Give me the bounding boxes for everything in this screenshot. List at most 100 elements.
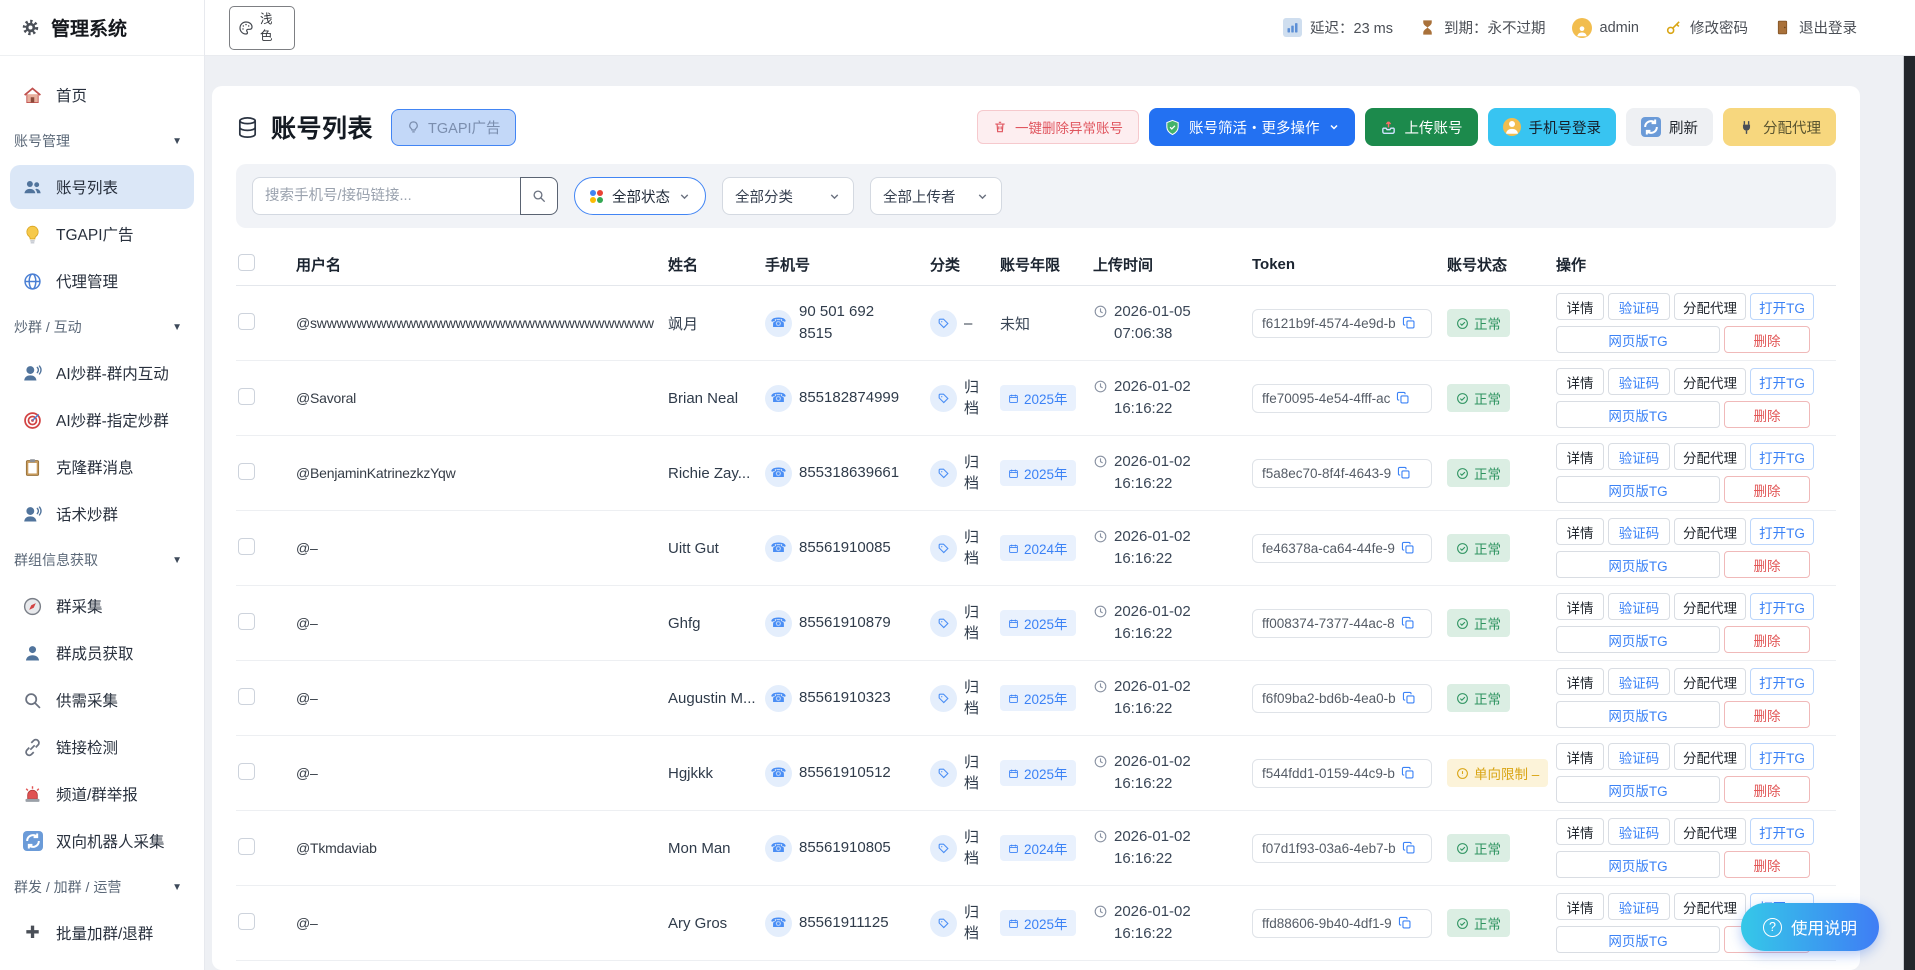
sidebar-item[interactable]: 链接检测: [10, 725, 194, 769]
verification-code-button[interactable]: 验证码: [1608, 293, 1670, 320]
open-tg-button[interactable]: 打开TG: [1750, 368, 1814, 395]
verification-code-button[interactable]: 验证码: [1608, 593, 1670, 620]
open-tg-button[interactable]: 打开TG: [1750, 668, 1814, 695]
token-field[interactable]: ff008374-7377-44ac-8: [1252, 609, 1432, 638]
row-checkbox[interactable]: [238, 688, 255, 705]
verification-code-button[interactable]: 验证码: [1608, 893, 1670, 920]
refresh-button[interactable]: 刷新: [1626, 108, 1713, 146]
verification-code-button[interactable]: 验证码: [1608, 443, 1670, 470]
delete-abnormal-button[interactable]: 一键删除异常账号: [977, 110, 1139, 144]
usage-help-button[interactable]: ? 使用说明: [1741, 903, 1879, 951]
web-tg-button[interactable]: 网页版TG: [1556, 626, 1720, 653]
uploader-filter[interactable]: 全部上传者: [870, 177, 1002, 215]
verification-code-button[interactable]: 验证码: [1608, 818, 1670, 845]
row-checkbox[interactable]: [238, 913, 255, 930]
upload-accounts-button[interactable]: 上传账号: [1365, 108, 1478, 146]
open-tg-button[interactable]: 打开TG: [1750, 443, 1814, 470]
status-filter[interactable]: 全部状态: [574, 177, 706, 215]
assign-proxy-button[interactable]: 分配代理: [1674, 818, 1746, 845]
open-tg-button[interactable]: 打开TG: [1750, 593, 1814, 620]
delete-button[interactable]: 删除: [1724, 401, 1810, 428]
detail-button[interactable]: 详情: [1556, 893, 1604, 920]
web-tg-button[interactable]: 网页版TG: [1556, 776, 1720, 803]
row-checkbox[interactable]: [238, 388, 255, 405]
web-tg-button[interactable]: 网页版TG: [1556, 551, 1720, 578]
assign-proxy-toolbar-button[interactable]: 分配代理: [1723, 108, 1836, 146]
sidebar-item[interactable]: 群采集: [10, 584, 194, 628]
copy-icon[interactable]: [1402, 841, 1416, 855]
detail-button[interactable]: 详情: [1556, 743, 1604, 770]
web-tg-button[interactable]: 网页版TG: [1556, 701, 1720, 728]
sidebar-item[interactable]: 代理管理: [10, 259, 194, 303]
search-button[interactable]: [520, 177, 558, 215]
filter-more-button[interactable]: 账号筛活・更多操作: [1149, 108, 1355, 146]
token-field[interactable]: ffe70095-4e54-4fff-ac: [1252, 384, 1432, 413]
detail-button[interactable]: 详情: [1556, 668, 1604, 695]
web-tg-button[interactable]: 网页版TG: [1556, 401, 1720, 428]
window-scrollbar[interactable]: [1903, 56, 1915, 970]
sidebar-item[interactable]: TGAPI广告: [10, 212, 194, 256]
sidebar-item[interactable]: ✚ 批量加群/退群: [10, 911, 194, 955]
assign-proxy-button[interactable]: 分配代理: [1674, 668, 1746, 695]
row-checkbox[interactable]: [238, 463, 255, 480]
detail-button[interactable]: 详情: [1556, 518, 1604, 545]
sidebar-item[interactable]: 首页: [10, 73, 194, 117]
sidebar-item[interactable]: 双向机器人采集: [10, 819, 194, 863]
copy-icon[interactable]: [1402, 316, 1416, 330]
row-checkbox[interactable]: [238, 613, 255, 630]
token-field[interactable]: f5a8ec70-8f4f-4643-9: [1252, 459, 1432, 488]
delete-button[interactable]: 删除: [1724, 851, 1810, 878]
phone-login-button[interactable]: 手机号登录: [1488, 108, 1617, 146]
assign-proxy-button[interactable]: 分配代理: [1674, 743, 1746, 770]
sidebar-item[interactable]: AI炒群-指定炒群: [10, 398, 194, 442]
row-checkbox[interactable]: [238, 538, 255, 555]
copy-icon[interactable]: [1401, 616, 1415, 630]
copy-icon[interactable]: [1401, 766, 1415, 780]
assign-proxy-button[interactable]: 分配代理: [1674, 593, 1746, 620]
token-field[interactable]: f544fdd1-0159-44c9-b: [1252, 759, 1432, 788]
verification-code-button[interactable]: 验证码: [1608, 668, 1670, 695]
sidebar-group[interactable]: 炒群 / 互动 ▼: [0, 306, 204, 348]
sidebar-item[interactable]: 账号列表: [10, 165, 194, 209]
tgapi-ad-button[interactable]: TGAPI广告: [391, 109, 516, 146]
change-password-button[interactable]: 修改密码: [1665, 17, 1748, 38]
open-tg-button[interactable]: 打开TG: [1750, 293, 1814, 320]
assign-proxy-button[interactable]: 分配代理: [1674, 443, 1746, 470]
sidebar-item[interactable]: ⋯ 关键字回复: [10, 958, 194, 970]
web-tg-button[interactable]: 网页版TG: [1556, 926, 1720, 953]
copy-icon[interactable]: [1397, 466, 1411, 480]
token-field[interactable]: fe46378a-ca64-44fe-9: [1252, 534, 1432, 563]
open-tg-button[interactable]: 打开TG: [1750, 743, 1814, 770]
detail-button[interactable]: 详情: [1556, 293, 1604, 320]
token-field[interactable]: ffd88606-9b40-4df1-9: [1252, 909, 1432, 938]
open-tg-button[interactable]: 打开TG: [1750, 518, 1814, 545]
delete-button[interactable]: 删除: [1724, 626, 1810, 653]
detail-button[interactable]: 详情: [1556, 818, 1604, 845]
sidebar-item[interactable]: 供需采集: [10, 678, 194, 722]
open-tg-button[interactable]: 打开TG: [1750, 818, 1814, 845]
row-checkbox[interactable]: [238, 838, 255, 855]
logout-button[interactable]: 退出登录: [1774, 17, 1857, 38]
assign-proxy-button[interactable]: 分配代理: [1674, 893, 1746, 920]
verification-code-button[interactable]: 验证码: [1608, 368, 1670, 395]
assign-proxy-button[interactable]: 分配代理: [1674, 293, 1746, 320]
sidebar-item[interactable]: 频道/群举报: [10, 772, 194, 816]
sidebar-item[interactable]: 群成员获取: [10, 631, 194, 675]
row-checkbox[interactable]: [238, 763, 255, 780]
select-all-checkbox[interactable]: [238, 254, 255, 271]
delete-button[interactable]: 删除: [1724, 551, 1810, 578]
sidebar-group[interactable]: 群组信息获取 ▼: [0, 539, 204, 581]
copy-icon[interactable]: [1398, 916, 1412, 930]
token-field[interactable]: f6121b9f-4574-4e9d-b: [1252, 309, 1432, 338]
theme-toggle-button[interactable]: 浅色: [229, 6, 295, 50]
assign-proxy-button[interactable]: 分配代理: [1674, 368, 1746, 395]
sidebar-item[interactable]: 克隆群消息: [10, 445, 194, 489]
detail-button[interactable]: 详情: [1556, 443, 1604, 470]
detail-button[interactable]: 详情: [1556, 593, 1604, 620]
delete-button[interactable]: 删除: [1724, 701, 1810, 728]
search-input[interactable]: [252, 177, 520, 215]
category-filter[interactable]: 全部分类: [722, 177, 854, 215]
verification-code-button[interactable]: 验证码: [1608, 743, 1670, 770]
web-tg-button[interactable]: 网页版TG: [1556, 326, 1720, 353]
assign-proxy-button[interactable]: 分配代理: [1674, 518, 1746, 545]
